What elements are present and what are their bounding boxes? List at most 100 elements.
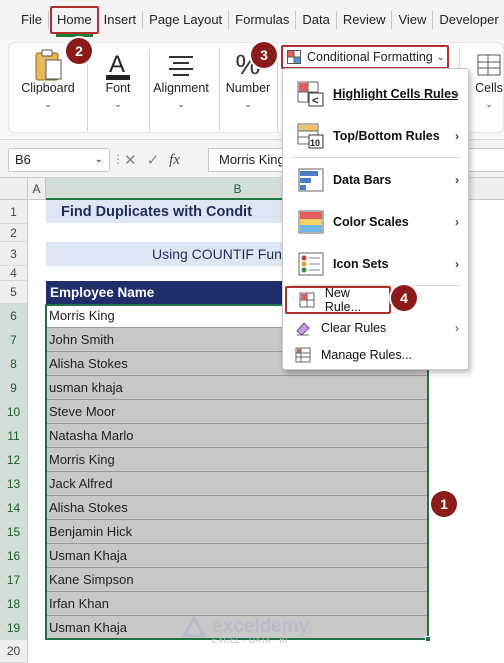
alignment-group[interactable]: Alignment ⌄ [143, 43, 219, 135]
icon-sets-icon [295, 249, 327, 279]
tab-separator [335, 11, 337, 29]
svg-text:A: A [109, 51, 125, 78]
tab-file[interactable]: File [16, 6, 47, 34]
row-header[interactable]: 15 [0, 520, 28, 544]
align-center-icon [143, 47, 219, 83]
tab-separator [432, 11, 434, 29]
tab-separator [47, 11, 49, 29]
sheet-title[interactable]: Find Duplicates with Condit [46, 200, 286, 224]
employee-cell[interactable]: Benjamin Hick [46, 520, 429, 544]
chevron-down-icon: ⌄ [94, 154, 103, 165]
highlight-cells-rules-icon: < [295, 79, 327, 109]
tab-view[interactable]: View [393, 6, 431, 34]
employee-cell[interactable]: Usman Khaja [46, 544, 429, 568]
eraser-icon [293, 318, 313, 338]
column-header-a[interactable]: A [28, 178, 46, 200]
exceldemy-logo-icon [182, 616, 206, 638]
row-header[interactable]: 7 [0, 328, 28, 352]
conditional-formatting-button[interactable]: Conditional Formatting ⌄ [281, 45, 449, 69]
chevron-down-icon: ⌄ [177, 99, 185, 109]
menu-top-bottom-rules[interactable]: 10 Top/Bottom Rules › [283, 115, 469, 157]
row-header[interactable]: 3 [0, 242, 28, 266]
row-header[interactable]: 9 [0, 376, 28, 400]
employee-cell[interactable]: Morris King [46, 448, 429, 472]
tab-data[interactable]: Data [297, 6, 334, 34]
cancel-icon[interactable]: ✕ [124, 151, 137, 169]
name-box[interactable]: B6 ⌄ [8, 148, 110, 172]
watermark-tagline: EXCEL · DATA · BI [212, 636, 288, 645]
row-header[interactable]: 19 [0, 616, 28, 640]
row-header[interactable]: 2 [0, 224, 28, 242]
font-icon: A [89, 47, 147, 83]
row-header[interactable]: 12 [0, 448, 28, 472]
svg-text:<: < [312, 95, 318, 107]
step-badge-1: 1 [431, 491, 457, 517]
employee-cell[interactable]: Natasha Marlo [46, 424, 429, 448]
row-header[interactable]: 6 [0, 304, 28, 328]
font-group[interactable]: A Font ⌄ [89, 43, 147, 135]
menu-highlight-cells-rules[interactable]: < Highlight Cells Rules › [283, 73, 469, 115]
manage-rules-label: Manage Rules... [321, 348, 413, 362]
menu-icon-sets[interactable]: Icon Sets › [283, 243, 469, 285]
tab-insert[interactable]: Insert [99, 6, 142, 34]
row-header[interactable]: 13 [0, 472, 28, 496]
menu-manage-rules[interactable]: Manage Rules... [283, 341, 469, 369]
chevron-right-icon: › [455, 321, 459, 335]
row-header[interactable]: 14 [0, 496, 28, 520]
tab-separator [142, 11, 144, 29]
menu-new-rule[interactable]: New Rule... [285, 286, 391, 314]
tab-home[interactable]: Home [49, 6, 99, 37]
chevron-right-icon: › [455, 257, 459, 271]
menu-data-bars[interactable]: Data Bars › [283, 159, 469, 201]
employee-cell[interactable]: Alisha Stokes [46, 496, 429, 520]
manage-rules-icon [293, 345, 313, 365]
chevron-right-icon: › [455, 215, 459, 229]
enter-icon[interactable]: ✓ [147, 151, 160, 169]
clear-rules-label: Clear Rules [321, 321, 387, 335]
select-all-corner[interactable] [0, 178, 28, 200]
step-badge-2: 2 [66, 38, 92, 64]
row-header[interactable]: 18 [0, 592, 28, 616]
group-divider [277, 49, 278, 131]
row-header[interactable]: 16 [0, 544, 28, 568]
insert-function-icon[interactable]: fx [169, 152, 180, 169]
row-header[interactable]: 5 [0, 281, 28, 304]
cells-icon [465, 47, 504, 83]
tab-separator [228, 11, 230, 29]
employee-cell[interactable]: Jack Alfred [46, 472, 429, 496]
cells-group[interactable]: Cells ⌄ [465, 43, 504, 135]
sheet-subtitle[interactable]: Using COUNTIF Fun [46, 242, 286, 266]
conditional-formatting-label: Conditional Formatting [307, 50, 433, 64]
menu-color-scales[interactable]: Color Scales › [283, 201, 469, 243]
cells-label: Cells [475, 81, 503, 95]
tab-separator [391, 11, 393, 29]
employee-cell[interactable]: Steve Moor [46, 400, 429, 424]
name-box-value: B6 [15, 152, 31, 167]
employee-cell[interactable]: usman khaja [46, 376, 429, 400]
row-header[interactable]: 1 [0, 200, 28, 224]
tab-formulas[interactable]: Formulas [230, 6, 294, 34]
tab-page-layout[interactable]: Page Layout [144, 6, 227, 34]
row-header[interactable]: 17 [0, 568, 28, 592]
chevron-right-icon: › [455, 173, 459, 187]
row-header[interactable]: 4 [0, 266, 28, 281]
employee-cell[interactable]: Kane Simpson [46, 568, 429, 592]
tab-review[interactable]: Review [338, 6, 391, 34]
font-label: Font [105, 81, 131, 95]
chevron-down-icon: ⌄ [244, 99, 252, 109]
row-header[interactable]: 11 [0, 424, 28, 448]
data-bars-label: Data Bars [333, 173, 392, 187]
chevron-down-icon: ⌄ [485, 99, 493, 109]
employee-cell[interactable]: Irfan Khan [46, 592, 429, 616]
row-header[interactable]: 20 [0, 640, 28, 663]
tab-developer[interactable]: Developer [434, 6, 503, 34]
menu-clear-rules[interactable]: Clear Rules › [283, 314, 469, 342]
conditional-formatting-menu: < Highlight Cells Rules › 10 Top/Bottom … [282, 68, 469, 370]
group-divider [87, 49, 88, 131]
row-header[interactable]: 10 [0, 400, 28, 424]
fill-handle[interactable] [425, 636, 431, 642]
row-header[interactable]: 8 [0, 352, 28, 376]
svg-text:10: 10 [310, 138, 320, 148]
conditional-formatting-icon [287, 50, 301, 64]
watermark-brand: exceldemy [212, 616, 310, 637]
